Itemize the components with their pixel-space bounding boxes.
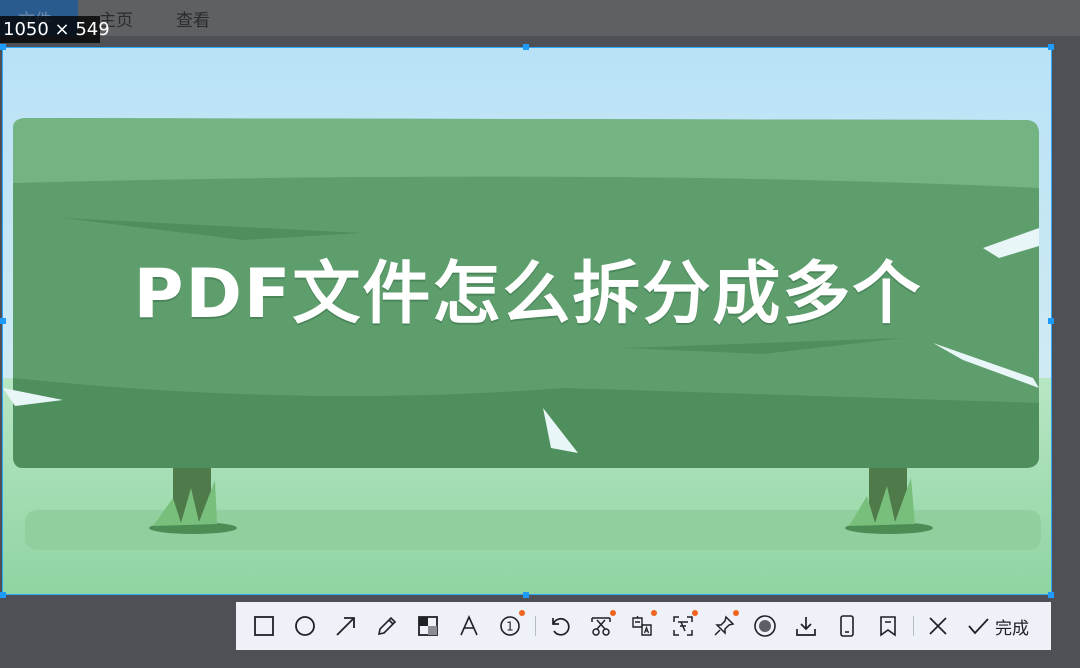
check-icon xyxy=(968,618,989,635)
ocr-icon xyxy=(673,616,693,636)
text-tool[interactable] xyxy=(451,608,487,644)
device-icon xyxy=(840,615,854,637)
record-tool[interactable] xyxy=(747,608,783,644)
scissors-tool[interactable] xyxy=(583,608,619,644)
svg-text:1: 1 xyxy=(506,620,514,634)
number-marker-tool[interactable]: 1 xyxy=(492,608,528,644)
done-label: 完成 xyxy=(995,618,1029,639)
device-tool[interactable] xyxy=(829,608,865,644)
new-badge xyxy=(651,610,657,616)
undo-tool[interactable] xyxy=(542,608,578,644)
arrow-icon xyxy=(336,617,355,636)
capture-selection[interactable]: PDF文件怎么拆分成多个 xyxy=(2,47,1052,595)
toolbar-divider xyxy=(535,616,536,636)
rectangle-tool[interactable] xyxy=(246,608,282,644)
new-badge xyxy=(692,610,698,616)
pin-tool[interactable] xyxy=(706,608,742,644)
number-marker-icon: 1 xyxy=(500,616,520,636)
ellipse-tool[interactable] xyxy=(287,608,323,644)
new-badge xyxy=(610,610,616,616)
bookmark-icon xyxy=(880,616,896,637)
pencil-icon xyxy=(377,616,397,636)
resize-handle-bottom[interactable] xyxy=(523,592,529,598)
download-icon xyxy=(796,617,816,636)
mosaic-icon xyxy=(418,616,438,636)
new-badge xyxy=(519,610,525,616)
translate-icon xyxy=(632,616,652,636)
resize-handle-bottom-right[interactable] xyxy=(1048,592,1054,598)
resize-handle-top-left[interactable] xyxy=(0,44,6,50)
resize-handle-top[interactable] xyxy=(523,44,529,50)
capture-toolbar: 1 完成 xyxy=(236,602,1051,650)
mosaic-tool[interactable] xyxy=(410,608,446,644)
resize-handle-left[interactable] xyxy=(0,318,6,324)
text-icon xyxy=(460,615,478,636)
undo-icon xyxy=(552,617,570,636)
toolbar-divider xyxy=(913,616,914,636)
arrow-tool[interactable] xyxy=(328,608,364,644)
done-button[interactable]: 完成 xyxy=(965,614,1029,639)
bookmark-tool[interactable] xyxy=(870,608,906,644)
download-tool[interactable] xyxy=(788,608,824,644)
selection-size-label: 1050 × 549 xyxy=(0,16,110,43)
menu-bar: 文件 主页 查看 xyxy=(0,0,1080,36)
record-icon xyxy=(754,615,776,637)
menu-view[interactable]: 查看 xyxy=(176,6,210,31)
scissors-icon xyxy=(591,617,611,636)
ellipse-icon xyxy=(295,616,315,636)
pin-icon xyxy=(714,615,735,636)
resize-handle-bottom-left[interactable] xyxy=(0,592,6,598)
close-icon xyxy=(929,617,947,635)
ocr-tool[interactable] xyxy=(665,608,701,644)
new-badge xyxy=(733,610,739,616)
resize-handle-top-right[interactable] xyxy=(1048,44,1054,50)
pencil-tool[interactable] xyxy=(369,608,405,644)
rectangle-icon xyxy=(254,616,274,636)
translate-tool[interactable] xyxy=(624,608,660,644)
cancel-button[interactable] xyxy=(920,608,956,644)
resize-handle-right[interactable] xyxy=(1048,318,1054,324)
image-title: PDF文件怎么拆分成多个 xyxy=(133,255,923,334)
